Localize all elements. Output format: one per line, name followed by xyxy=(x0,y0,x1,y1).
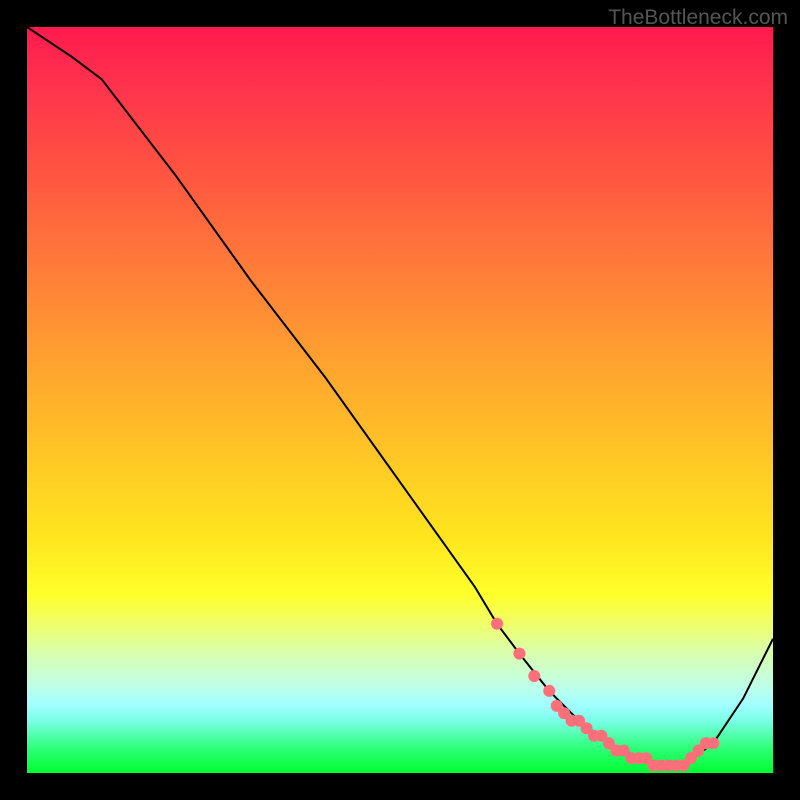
chart-plot-area xyxy=(27,27,773,773)
curve-marker xyxy=(707,737,719,749)
bottleneck-curve xyxy=(27,27,773,766)
curve-marker xyxy=(528,670,540,682)
chart-svg xyxy=(27,27,773,773)
curve-markers xyxy=(491,618,719,772)
curve-marker xyxy=(543,685,555,697)
curve-marker xyxy=(513,648,525,660)
curve-marker xyxy=(491,618,503,630)
attribution-text: TheBottleneck.com xyxy=(608,6,788,30)
